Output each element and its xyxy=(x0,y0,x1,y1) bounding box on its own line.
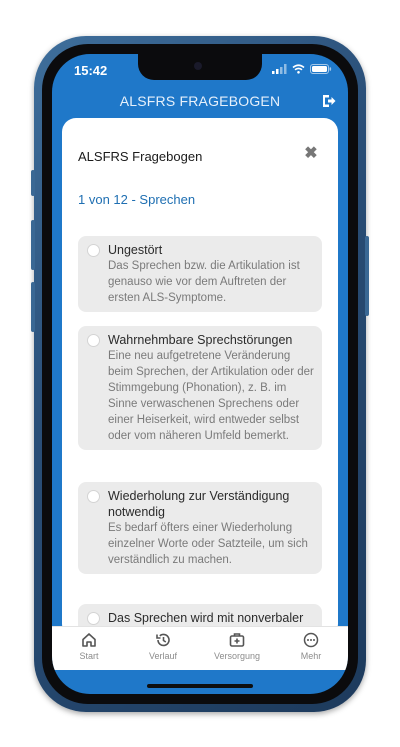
answer-option-description: Das Sprechen bzw. die Artikulation ist g… xyxy=(108,260,300,304)
question-progress: 1 von 12 - Sprechen xyxy=(78,192,196,207)
volume-down-button xyxy=(31,282,35,332)
battery-icon xyxy=(310,64,332,74)
tab-mehr[interactable]: Mehr xyxy=(276,627,346,661)
tab-label: Versorgung xyxy=(213,651,261,661)
mute-switch xyxy=(31,170,35,196)
home-icon xyxy=(82,633,96,647)
questionnaire-modal: ALSFRS Fragebogen ✖ 1 von 12 - Sprechen … xyxy=(62,118,338,638)
modal-title: ALSFRS Fragebogen xyxy=(78,149,203,164)
answer-option-title: Das Sprechen wird mit nonverbaler xyxy=(108,611,304,625)
app-title: ALSFRS FRAGEBOGEN xyxy=(119,93,281,109)
radio-button[interactable] xyxy=(87,244,100,257)
radio-button[interactable] xyxy=(87,334,100,347)
tab-verlauf[interactable]: Verlauf xyxy=(128,627,198,661)
tab-label: Start xyxy=(79,651,99,661)
notch xyxy=(138,54,262,80)
answer-option[interactable]: Ungestört Das Sprechen bzw. die Artikula… xyxy=(78,236,322,312)
signal-icon xyxy=(272,64,287,74)
bottom-tab-bar: Start Verlauf Versorgung Mehr xyxy=(52,626,348,670)
radio-button[interactable] xyxy=(87,490,100,503)
status-icons xyxy=(272,64,332,74)
tab-label: Verlauf xyxy=(148,651,178,661)
tab-versorgung[interactable]: Versorgung xyxy=(202,627,272,661)
status-time: 15:42 xyxy=(74,63,108,78)
tab-start[interactable]: Start xyxy=(54,627,124,661)
radio-button[interactable] xyxy=(87,612,100,625)
close-icon[interactable]: ✖ xyxy=(304,146,318,162)
answer-option-title: Wahrnehmbare Sprechstörungen xyxy=(108,333,293,347)
camera-icon xyxy=(194,62,202,70)
power-button xyxy=(365,236,369,316)
tab-label: Mehr xyxy=(300,651,322,661)
medical-kit-icon xyxy=(229,633,245,647)
answer-option[interactable]: Wahrnehmbare Sprechstörungen Eine neu au… xyxy=(78,326,322,450)
history-icon xyxy=(156,633,170,647)
volume-up-button xyxy=(31,220,35,270)
home-indicator xyxy=(147,684,253,688)
answer-option-title: Wiederholung zur Verständigung notwendig xyxy=(108,489,290,519)
logout-icon[interactable] xyxy=(322,94,336,108)
answer-option-description: Es bedarf öfters einer Wiederholung einz… xyxy=(108,522,308,566)
app-header: ALSFRS FRAGEBOGEN xyxy=(52,84,348,118)
answer-option-description: Eine neu aufgetretene Veränderung beim S… xyxy=(108,350,314,442)
answer-option-title: Ungestört xyxy=(108,243,163,257)
more-icon xyxy=(303,632,319,648)
answer-option[interactable]: Wiederholung zur Verständigung notwendig… xyxy=(78,482,322,574)
phone-screen: 15:42 ALSFRS FRAGEBOGEN ALSFRS Frageboge… xyxy=(52,54,348,694)
wifi-icon xyxy=(292,64,305,74)
